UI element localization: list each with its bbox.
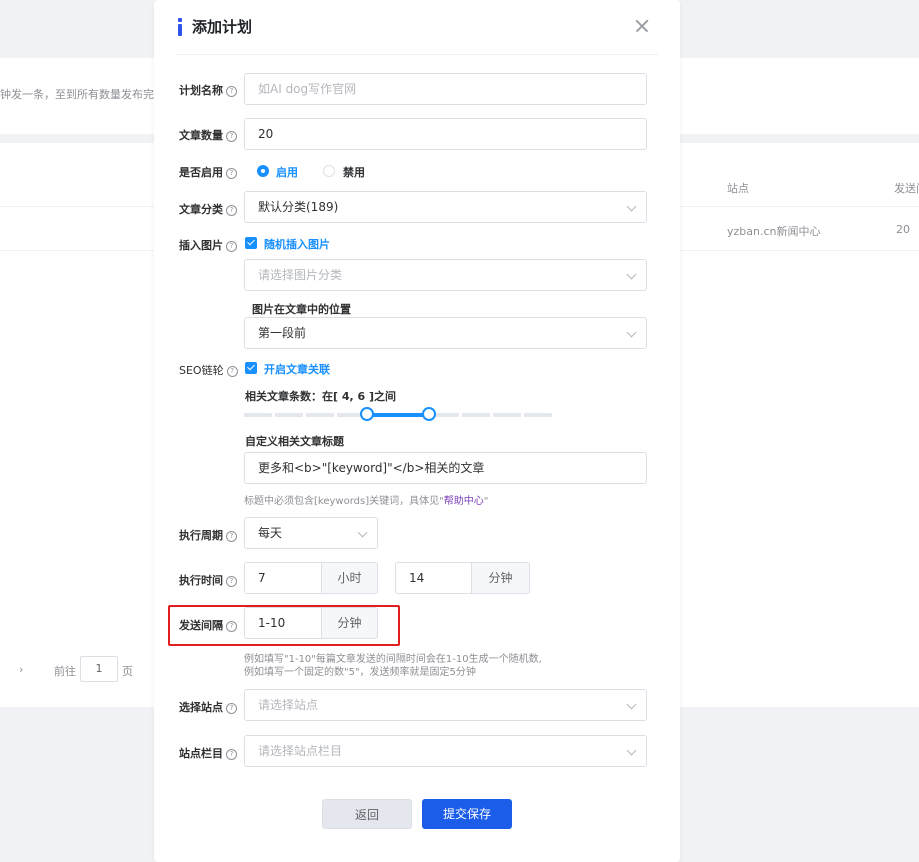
interval-hint-line2: 例如填写一个固定的数"5"，发送频率就是固定5分钟 [244, 667, 476, 678]
help-icon[interactable]: ? [226, 205, 237, 216]
plan-name-label: 计划名称? [179, 82, 237, 98]
interval-label: 发送间隔? [179, 617, 237, 633]
image-position-label: 图片在文章中的位置 [252, 303, 351, 316]
interval-input[interactable]: 1-10 分钟 [244, 607, 378, 639]
notice-text: 钟发一条，至到所有数量发布完 [0, 88, 154, 101]
pager-goto-label: 前往 [54, 665, 76, 678]
exec-time-label: 执行时间? [179, 572, 237, 588]
slider-step [275, 413, 304, 417]
help-icon[interactable]: ? [226, 576, 237, 587]
hour-unit-addon: 小时 [321, 563, 377, 593]
help-icon[interactable]: ? [226, 703, 237, 714]
help-icon[interactable]: ? [226, 131, 237, 142]
help-icon[interactable]: ? [226, 168, 237, 179]
slider-step [523, 413, 552, 417]
help-icon[interactable]: ? [226, 366, 238, 377]
table-cell-count: 20 [896, 223, 910, 236]
help-icon[interactable]: ? [226, 621, 237, 632]
chevron-down-icon [626, 327, 637, 338]
image-position-select[interactable]: 第一段前 [244, 317, 647, 349]
chevron-down-icon [626, 201, 637, 212]
close-icon[interactable] [630, 14, 654, 38]
slider-handle-min[interactable] [360, 407, 375, 421]
add-plan-dialog: 添加计划 计划名称? 如AI dog写作官网 文章数量? 20 是否启用? 启用… [154, 0, 680, 862]
info-icon [176, 18, 184, 36]
slider-step [244, 413, 273, 417]
article-count-input[interactable]: 20 [244, 118, 647, 150]
custom-title-input[interactable]: 更多和<b>"[keyword]"</b>相关的文章 [244, 452, 647, 484]
custom-title-hint: 标题中必须包含[keywords]关键词，具体见"帮助中心" [244, 496, 489, 507]
insert-image-checkbox[interactable] [245, 237, 257, 249]
period-select[interactable]: 每天 [244, 517, 378, 549]
slider-range-fill [367, 413, 429, 417]
slider-step [306, 413, 335, 417]
interval-unit-addon: 分钟 [321, 608, 377, 638]
chevron-down-icon [357, 527, 368, 538]
radio-enabled[interactable] [257, 165, 269, 177]
back-button[interactable]: 返回 [322, 799, 412, 829]
chevron-down-icon [626, 745, 637, 756]
slider-step [461, 413, 490, 417]
pager-next-button[interactable]: › [19, 663, 23, 676]
plan-name-input[interactable]: 如AI dog写作官网 [244, 73, 647, 105]
pager-page-suffix: 页 [122, 665, 133, 678]
minute-unit-addon: 分钟 [471, 563, 529, 593]
help-center-link[interactable]: 帮助中心 [444, 496, 484, 507]
table-header-site: 站点 [727, 182, 749, 195]
period-label: 执行周期? [179, 527, 237, 543]
column-select[interactable]: 请选择站点栏目 [244, 735, 647, 767]
article-count-label: 文章数量? [179, 127, 237, 143]
slider-handle-max[interactable] [421, 407, 436, 421]
exec-hour-input[interactable]: 7 小时 [244, 562, 378, 594]
image-category-select[interactable]: 请选择图片分类 [244, 259, 647, 291]
radio-disabled[interactable] [323, 165, 335, 177]
radio-enabled-label[interactable]: 启用 [276, 164, 298, 180]
dialog-title: 添加计划 [192, 18, 253, 36]
help-icon[interactable]: ? [226, 531, 237, 542]
related-count-label: 相关文章条数：在[ 4, 6 ]之间 [245, 390, 397, 403]
site-select[interactable]: 请选择站点 [244, 689, 647, 721]
insert-image-label: 插入图片? [179, 237, 237, 253]
seo-checkbox-label[interactable]: 开启文章关联 [264, 361, 330, 377]
help-icon[interactable]: ? [226, 241, 237, 252]
radio-disabled-label[interactable]: 禁用 [343, 164, 365, 180]
chevron-down-icon [626, 269, 637, 280]
pager-page-input[interactable]: 1 [80, 656, 118, 682]
dialog-header: 添加计划 [176, 14, 658, 55]
exec-minute-input[interactable]: 14 分钟 [395, 562, 530, 594]
save-button[interactable]: 提交保存 [422, 799, 512, 829]
table-header-interval: 发送间 [894, 182, 919, 195]
category-label: 文章分类? [179, 201, 237, 217]
help-icon[interactable]: ? [226, 749, 237, 760]
related-count-slider[interactable] [244, 407, 552, 421]
chevron-down-icon [626, 699, 637, 710]
table-cell-site: yzban.cn新闻中心 [727, 225, 821, 238]
custom-title-label: 自定义相关文章标题 [245, 435, 344, 448]
slider-step [492, 413, 521, 417]
column-label: 站点栏目? [179, 745, 237, 761]
site-label: 选择站点? [179, 699, 237, 715]
help-icon[interactable]: ? [226, 86, 237, 97]
category-select[interactable]: 默认分类(189) [244, 191, 647, 223]
seo-checkbox[interactable] [245, 362, 257, 374]
enabled-label: 是否启用? [179, 164, 237, 180]
seo-label: SEO链轮? [179, 362, 238, 378]
insert-image-checkbox-label[interactable]: 随机插入图片 [264, 236, 330, 252]
